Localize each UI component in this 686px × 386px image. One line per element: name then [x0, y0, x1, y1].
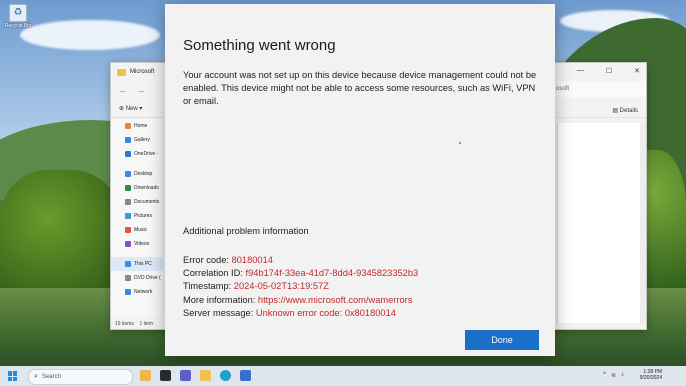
explorer-search[interactable]: osoft	[552, 81, 646, 97]
clock-date: 9/20/2024	[639, 375, 662, 381]
status-bar: 19 items 1 item	[115, 321, 153, 327]
videos-icon	[125, 241, 131, 247]
clock[interactable]: 1:28 PM 9/20/2024	[640, 369, 662, 381]
minimize-icon[interactable]: —	[577, 67, 584, 75]
sidebar-item[interactable]: Music	[111, 223, 163, 237]
pictures-icon	[125, 213, 131, 219]
sidebar-item-label: Videos	[134, 241, 150, 247]
close-icon[interactable]: ✕	[634, 67, 640, 75]
timestamp-label: Timestamp:	[183, 281, 234, 292]
taskbar-search[interactable]: ⌕ Search	[28, 369, 133, 385]
sidebar-item[interactable]: Gallery	[111, 133, 163, 147]
server-message-line: Server message: Unknown error code: 0x80…	[183, 307, 418, 320]
chevron-up-icon[interactable]: ^	[603, 372, 606, 379]
new-label: New	[125, 105, 138, 112]
sidebar-item[interactable]: Pictures	[111, 209, 163, 223]
dvd-icon	[125, 275, 131, 281]
problem-info: Error code: 80180014 Correlation ID: f94…	[183, 254, 418, 320]
wifi-icon[interactable]: ≋	[611, 372, 616, 379]
correlation-value: f94b174f-33ea-41d7-8dd4-9345823352b3	[245, 268, 419, 279]
error-code-label: Error code:	[183, 255, 232, 265]
forward-icon[interactable]: →	[137, 86, 145, 95]
taskbar: ⌕ Search ^ ≋ ♪ 1:28 PM 9/20/2024	[0, 366, 686, 386]
taskbar-search-text: Search	[41, 374, 61, 380]
dialog-message: Your account was not set up on this devi…	[183, 70, 537, 106]
sidebar-item[interactable]: Desktop	[111, 167, 163, 181]
dialog-title: Something went wrong	[183, 37, 336, 54]
server-message-label: Server message:	[183, 307, 256, 318]
sidebar-item-label: Gallery	[134, 137, 150, 143]
sidebar-item[interactable]: Downloads	[111, 181, 163, 195]
store-icon[interactable]	[240, 370, 251, 381]
recycle-bin[interactable]: ♻ Recycle Bin	[4, 4, 32, 29]
system-tray: ^ ≋ ♪	[603, 372, 624, 379]
sidebar-item-label: Documents	[134, 199, 160, 205]
explorer-sidebar: Home Gallery OneDrive - Desktop Downloads Doc…	[111, 119, 163, 315]
sidebar-item[interactable]: Network	[111, 285, 163, 299]
folder-icon	[117, 68, 126, 76]
pc-icon	[125, 261, 131, 267]
status-items: 19 items	[115, 321, 134, 327]
maximize-icon[interactable]: ☐	[606, 67, 612, 75]
explorer-search-text: osoft	[556, 86, 570, 92]
volume-icon[interactable]: ♪	[621, 372, 624, 379]
more-info-link[interactable]: https://www.microsoft.com/wamerrors	[258, 295, 412, 305]
task-view-icon[interactable]	[160, 370, 171, 381]
back-icon[interactable]: ←	[119, 86, 127, 95]
home-icon	[125, 123, 131, 129]
timestamp-value: 2024-05-02T13:19:57Z	[233, 281, 329, 292]
download-icon	[125, 185, 131, 191]
sidebar-item-label: Downloads	[134, 185, 159, 191]
dialog-subheading: Additional problem information	[183, 226, 309, 236]
desktop-icon	[125, 171, 131, 177]
documents-icon	[125, 199, 131, 205]
sidebar-item-label: Home	[134, 123, 148, 129]
sidebar-item-label: Network	[134, 289, 153, 295]
cloud-icon	[125, 151, 131, 157]
sidebar-item[interactable]: OneDrive -	[111, 147, 163, 161]
recycle-bin-label: Recycle Bin	[4, 23, 32, 29]
file-explorer-icon[interactable]	[200, 370, 211, 381]
sidebar-item-label: This PC	[134, 261, 152, 267]
sidebar-item-label: Music	[134, 227, 148, 233]
sidebar-item[interactable]: Home	[111, 119, 163, 133]
sidebar-item-label: Desktop	[134, 171, 153, 177]
explorer-title: Microsoft	[130, 69, 155, 75]
more-info-label: More information:	[183, 294, 258, 305]
loading-dot	[459, 142, 461, 144]
sidebar-item[interactable]: DVD Drive (	[111, 271, 163, 285]
details-button[interactable]: ▤ Details	[612, 107, 638, 114]
error-dialog: Something went wrong Your account was no…	[165, 4, 555, 356]
widgets-icon[interactable]	[140, 370, 151, 381]
sidebar-item-label: Pictures	[134, 213, 153, 219]
music-icon	[125, 227, 131, 233]
done-button[interactable]: Done	[465, 330, 539, 350]
network-icon	[125, 289, 131, 295]
gallery-icon	[125, 137, 131, 143]
timestamp-line: Timestamp: 2024-05-02T13:19:57Z	[183, 280, 418, 293]
recycle-bin-icon: ♻	[9, 4, 27, 22]
scrollbar[interactable]	[640, 123, 646, 323]
sidebar-item[interactable]: Videos	[111, 237, 163, 251]
start-button[interactable]	[8, 371, 18, 381]
error-code-value: 80180014	[231, 255, 273, 265]
sidebar-item-label: DVD Drive (	[134, 275, 161, 281]
server-message-value: Unknown error code: 0x80180014	[255, 307, 396, 318]
teams-icon[interactable]	[180, 370, 191, 381]
edge-icon[interactable]	[220, 370, 231, 381]
correlation-label: Correlation ID:	[183, 268, 246, 279]
window-controls: — ☐ ✕	[577, 67, 640, 75]
error-code-line: Error code: 80180014	[183, 254, 418, 267]
more-info-line: More information: https://www.microsoft.…	[183, 294, 418, 307]
sidebar-item-label: OneDrive -	[134, 151, 159, 157]
correlation-line: Correlation ID: f94b174f-33ea-41d7-8dd4-…	[183, 267, 418, 280]
status-selected: 1 item	[139, 321, 154, 327]
sidebar-item[interactable]: This PC	[111, 257, 163, 271]
sidebar-item[interactable]: Documents	[111, 195, 163, 209]
new-button[interactable]: ⊕ New ▾	[119, 105, 142, 112]
details-pane	[557, 123, 644, 323]
details-label: Details	[619, 108, 638, 114]
search-icon: ⌕	[34, 373, 38, 380]
